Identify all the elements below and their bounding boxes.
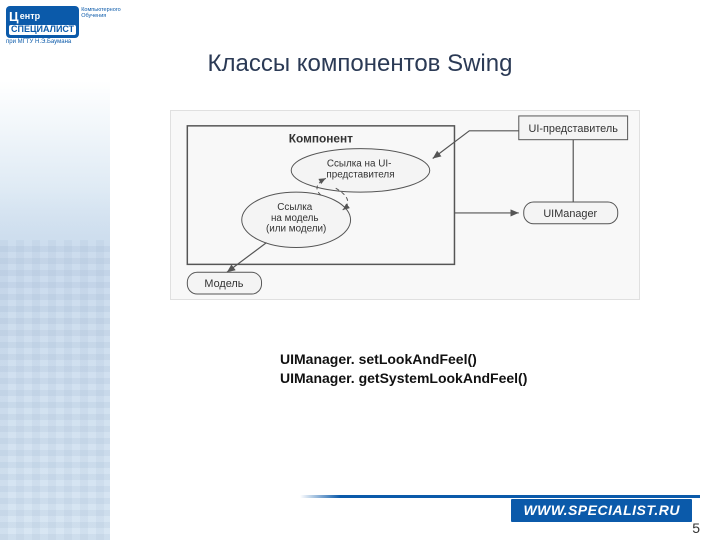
logo-letter: Ц (9, 10, 19, 24)
ref-ui-label: Ссылка на UI- представителя (326, 158, 394, 180)
footer-rule (300, 495, 700, 498)
ui-delegate-label: UI-представитель (529, 123, 619, 135)
logo-word: ентр (20, 12, 40, 22)
model-label: Модель (204, 278, 243, 290)
code-block: UIManager. setLookAndFeel() UIManager. g… (280, 350, 527, 388)
code-line-2: UIManager. getSystemLookAndFeel() (280, 369, 527, 388)
page-title: Классы компонентов Swing (0, 50, 720, 78)
left-decoration (0, 0, 110, 540)
footer-url: WWW.SPECIALIST.RU (511, 499, 692, 522)
swing-diagram: Компонент Ссылка на UI- представителя Сс… (170, 110, 640, 300)
logo-sub: при МГТУ Н.Э.Баумана (6, 39, 106, 46)
component-box-label: Компонент (289, 132, 353, 146)
brand-logo: Ц ентр СПЕЦИАЛИСТ КомпьютерногоОбучения … (6, 6, 106, 46)
uimanager-label: UIManager (543, 208, 597, 220)
logo-specialist: СПЕЦИАЛИСТ (9, 25, 76, 35)
page-number: 5 (692, 520, 700, 536)
code-line-1: UIManager. setLookAndFeel() (280, 350, 527, 369)
logo-top-small: КомпьютерногоОбучения (81, 8, 121, 19)
